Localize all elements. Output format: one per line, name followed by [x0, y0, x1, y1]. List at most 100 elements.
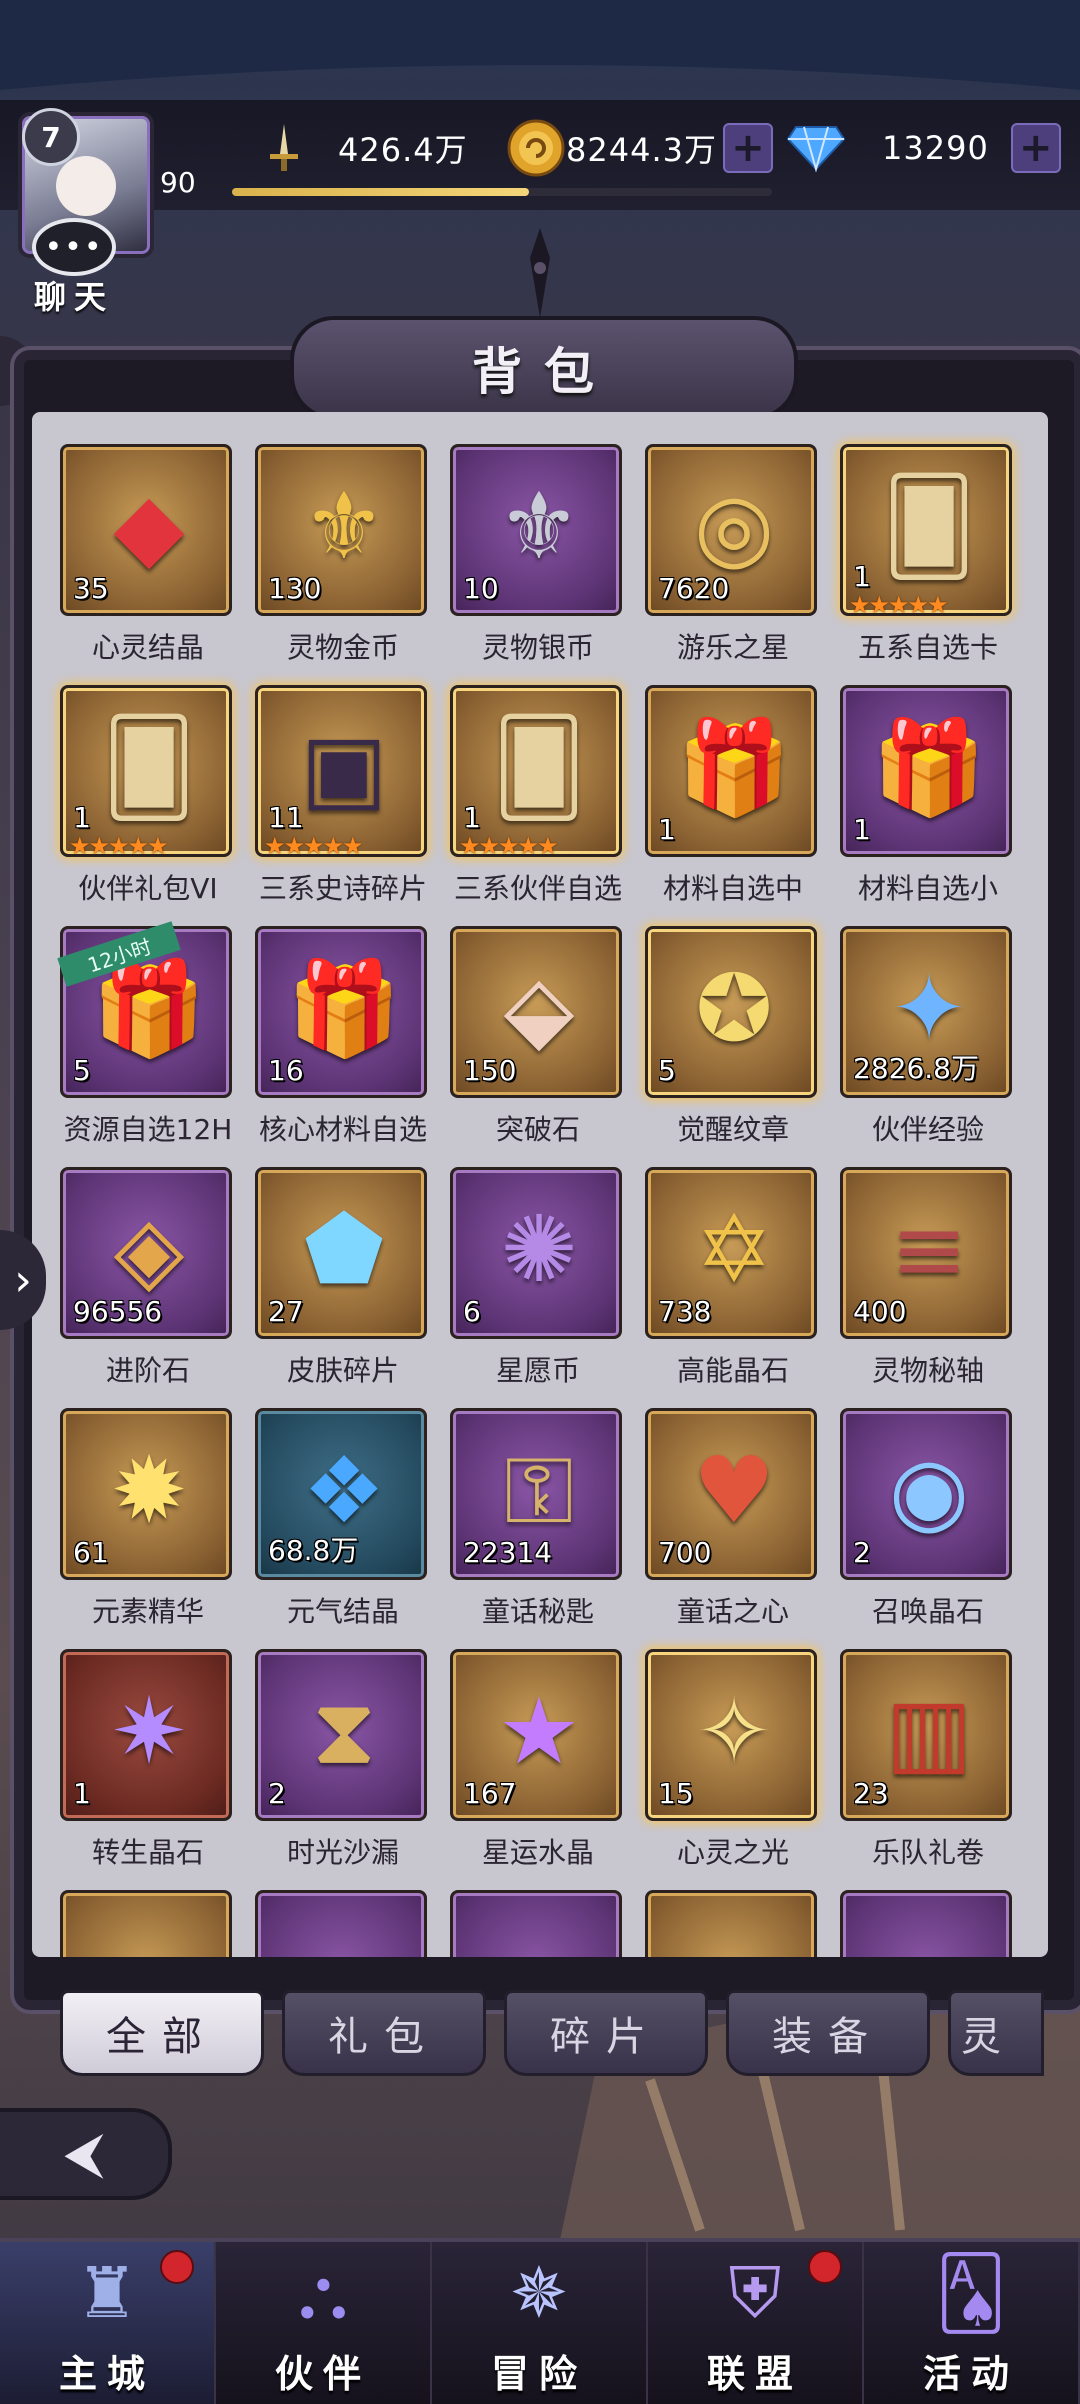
tab-1[interactable]: 礼包	[282, 1990, 486, 2076]
item-frame-partial[interactable]	[840, 1890, 1012, 1957]
item-frame: ✧ 15	[645, 1649, 817, 1821]
cards-icon: 🂡	[935, 2252, 1007, 2334]
xp-progress-bar	[232, 188, 772, 196]
nav-shield[interactable]: ⛨ 联盟	[648, 2242, 864, 2404]
gold-medal-icon: ⚜	[302, 473, 386, 580]
item-name: 童话秘匙	[481, 1595, 594, 1628]
inventory-item[interactable]: ✦ 2826.8万伙伴经验	[840, 926, 1016, 1162]
inventory-item[interactable]: ⚜ 130 灵物金币	[255, 444, 431, 680]
tab-0[interactable]: 全部	[60, 1990, 264, 2076]
crystal-shard-icon: ⬙	[503, 955, 575, 1062]
item-frame: ⬙ 150	[450, 926, 622, 1098]
chat-button[interactable]: ••• 聊天	[26, 218, 122, 318]
item-frame: ✹ 61	[60, 1408, 232, 1580]
inventory-item[interactable]: ⬙ 150 突破石	[450, 926, 626, 1162]
inventory-item[interactable]: ✪ 5 觉醒纹章	[645, 926, 821, 1162]
purple-orb-icon: ✷	[110, 1678, 188, 1785]
item-name: 进阶石	[105, 1354, 190, 1387]
gift-box-icon: 🎁	[871, 714, 987, 821]
item-frame-partial[interactable]	[450, 1890, 622, 1957]
inventory-item[interactable]: ✷ 1 转生晶石	[60, 1649, 236, 1885]
item-frame: ✷ 1	[60, 1649, 232, 1821]
item-count: 7620	[658, 572, 730, 605]
item-frame: ✦ 2826.8万	[840, 926, 1012, 1098]
tab-4[interactable]: 灵	[948, 1990, 1044, 2076]
item-count: 1	[73, 801, 91, 834]
tab-3[interactable]: 装备	[726, 1990, 930, 2076]
item-name: 游乐之星	[676, 631, 789, 664]
item-count: 1	[463, 801, 481, 834]
item-name: 三系伙伴自选	[453, 872, 622, 905]
inventory-item[interactable]: ⚜ 10 灵物银币	[450, 444, 626, 680]
inventory-item[interactable]: 🎁 1 材料自选中	[645, 685, 821, 921]
card-icon: 🂠	[881, 473, 977, 580]
item-frame: ✺ 6	[450, 1167, 622, 1339]
silver-medal-icon: ⚜	[497, 473, 581, 580]
nav-label: 活动	[922, 2352, 1019, 2396]
item-frame: 🎁 1	[840, 685, 1012, 857]
inventory-item[interactable]: 🎁 1 材料自选小	[840, 685, 1016, 921]
tab-2[interactable]: 碎片	[504, 1990, 708, 2076]
item-count: 700	[658, 1536, 712, 1569]
inventory-item[interactable]: 🎁 16 核心材料自选	[255, 926, 431, 1162]
gold-value: 8244.3万	[566, 131, 717, 169]
xp-progress-fill	[232, 188, 529, 196]
item-name: 时光沙漏	[286, 1836, 399, 1869]
nav-compass[interactable]: ✵ 冒险	[432, 2242, 648, 2404]
flame-orb-icon: ✹	[110, 1437, 188, 1544]
crest-ornament-icon	[530, 228, 550, 318]
item-count: 2	[853, 1536, 871, 1569]
inventory-item[interactable]: ✧ 15 心灵之光	[645, 1649, 821, 1885]
inventory-item[interactable]: 🂠 1 ★★★★★ 五系自选卡	[840, 444, 1016, 680]
inventory-item[interactable]: ⚿ 22314 童话秘匙	[450, 1408, 626, 1644]
chat-label: 聊天	[33, 278, 114, 316]
add-diamond-button[interactable]: +	[1010, 123, 1061, 173]
item-name: 灵物秘轴	[871, 1354, 984, 1387]
inventory-item[interactable]: ▣ 11 ★★★★★ 三系史诗碎片	[255, 685, 431, 921]
inventory-item[interactable]: 🂠 1 ★★★★★ 三系伙伴自选	[450, 685, 626, 921]
inventory-item[interactable]: ▥ 23 乐队礼卷	[840, 1649, 1016, 1885]
item-frame-partial[interactable]	[60, 1890, 232, 1957]
item-frame: 🂠 1 ★★★★★	[450, 685, 622, 860]
inventory-item[interactable]: ◎ 7620 游乐之星	[645, 444, 821, 680]
add-gold-button[interactable]: +	[722, 123, 773, 173]
back-button[interactable]: ⮜	[0, 2108, 172, 2200]
inventory-item[interactable]: ✡ 738 高能晶石	[645, 1167, 821, 1403]
inventory-item[interactable]: ◉ 2 召唤晶石	[840, 1408, 1016, 1644]
item-star-rating: ★★★★★	[459, 832, 559, 860]
chat-bubble-icon: •••	[32, 218, 116, 276]
gift-box-icon: 🎁	[676, 714, 792, 821]
item-count: 16	[268, 1054, 304, 1087]
item-frame: ◉ 2	[840, 1408, 1012, 1580]
inventory-item[interactable]: ✺ 6 星愿币	[450, 1167, 626, 1403]
inventory-item[interactable]: ✹ 61 元素精华	[60, 1408, 236, 1644]
inventory-item[interactable]: ≡ 400 灵物秘轴	[840, 1167, 1016, 1403]
inventory-item[interactable]: 🎁 12小时 5 资源自选12H	[57, 921, 236, 1162]
item-star-rating: ★★★★★	[264, 832, 364, 860]
nav-castle[interactable]: ♜ 主城	[0, 2242, 216, 2404]
item-name: 伙伴经验	[871, 1113, 984, 1146]
nav-label: 伙伴	[274, 2352, 371, 2396]
inventory-item[interactable]: ⧗ 2 时光沙漏	[255, 1649, 431, 1885]
item-name: 召唤晶石	[871, 1595, 984, 1628]
diamond-resource: 13290 +	[786, 120, 1061, 176]
inventory-item[interactable]: ◆ 35 心灵结晶	[60, 444, 236, 680]
item-frame: ▥ 23	[840, 1649, 1012, 1821]
item-count: 1	[658, 813, 676, 846]
item-count: 400	[853, 1295, 907, 1328]
inventory-item[interactable]: ◈ 96556 进阶石	[60, 1167, 236, 1403]
inventory-item[interactable]: ♥ 700 童话之心	[645, 1408, 821, 1644]
nav-cards[interactable]: 🂡 活动	[864, 2242, 1080, 2404]
inventory-item[interactable]: ⬟ 27 皮肤碎片	[255, 1167, 431, 1403]
diamond-value: 13290	[882, 129, 989, 167]
item-frame-partial[interactable]	[255, 1890, 427, 1957]
stone-icon: ◈	[113, 1196, 185, 1303]
inventory-item[interactable]: ★ 167 星运水晶	[450, 1649, 626, 1885]
combat-power-resource: 426.4万	[254, 120, 468, 176]
purple-star-icon: ★	[497, 1678, 581, 1785]
item-frame-partial[interactable]	[645, 1890, 817, 1957]
nav-witch-hat[interactable]: ⛬ 伙伴	[216, 2242, 432, 2404]
inventory-item[interactable]: 🂠 1 ★★★★★ 伙伴礼包VI	[60, 685, 236, 921]
item-name: 元素精华	[91, 1595, 204, 1628]
inventory-item[interactable]: ❖ 68.8万 元气结晶	[255, 1408, 431, 1644]
